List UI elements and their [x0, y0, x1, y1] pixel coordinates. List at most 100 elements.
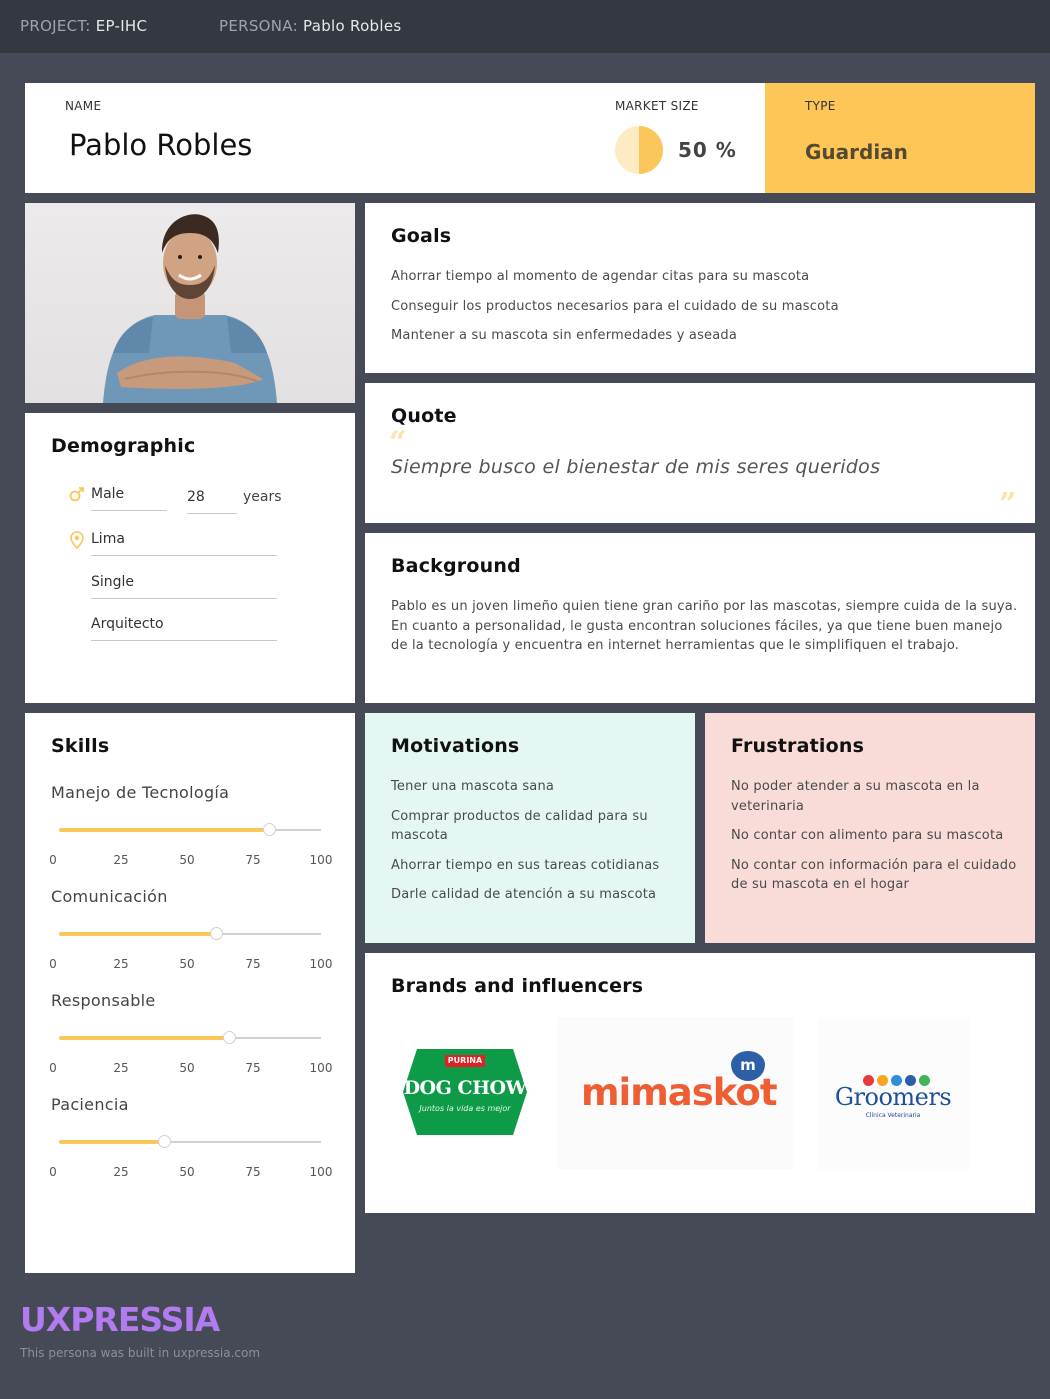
top-bar: PROJECT: EP-IHC PERSONA: Pablo Robles — [0, 0, 1050, 53]
type-label: TYPE — [805, 99, 836, 113]
age-field[interactable]: 28 — [187, 489, 237, 514]
location-field[interactable]: Lima — [91, 531, 277, 556]
brands-card: Brands and influencers PURINA DOG CHOW J… — [365, 953, 1035, 1213]
skill-slider-handle[interactable] — [223, 1031, 237, 1044]
type-value: Guardian — [805, 140, 908, 164]
frustrations-title: Frustrations — [731, 735, 865, 757]
dog-chow-main-text: DOG CHOW — [403, 1077, 527, 1099]
skill-slider-handle[interactable] — [157, 1135, 171, 1148]
background-card: Background Pablo es un joven limeño quie… — [365, 533, 1035, 703]
skill-tick-label: 50 — [179, 853, 195, 867]
skill-slider-handle[interactable] — [210, 927, 224, 940]
skill-tick-label: 50 — [179, 1165, 195, 1179]
open-quote-icon: “ — [389, 425, 407, 460]
skill-slider[interactable] — [59, 927, 321, 940]
skill-tick-label: 0 — [49, 1165, 57, 1179]
skill-name: Paciencia — [51, 1095, 129, 1114]
skill-tick-label: 100 — [309, 1165, 333, 1179]
skill-tick-label: 25 — [113, 957, 129, 971]
frustrations-list[interactable]: No poder atender a su mascota en la vete… — [731, 777, 1021, 905]
skill-tick-label: 75 — [245, 1061, 261, 1075]
skill-tick-labels: 0 25 50 75 100 — [49, 1165, 335, 1181]
project-info: PROJECT: EP-IHC — [20, 17, 147, 35]
quote-title: Quote — [391, 405, 457, 427]
motivation-item: Comprar productos de calidad para su mas… — [391, 808, 648, 844]
market-size-pie-fill — [639, 126, 663, 174]
skill-tick-label: 0 — [49, 1061, 57, 1075]
name-label: NAME — [65, 99, 102, 113]
persona-photo[interactable] — [25, 203, 355, 403]
skill-slider-fill — [59, 932, 217, 936]
frustration-item: No poder atender a su mascota en la vete… — [731, 779, 980, 814]
motivation-item: Tener una mascota sana — [391, 779, 555, 794]
quote-card: Quote “ Siempre busco el bienestar de mi… — [365, 383, 1035, 523]
skill-tick-label: 0 — [49, 957, 57, 971]
brands-title: Brands and influencers — [391, 975, 644, 997]
skill-slider[interactable] — [59, 1135, 321, 1148]
demographic-title: Demographic — [51, 435, 196, 457]
skill-slider-fill — [59, 828, 269, 832]
male-icon — [69, 487, 84, 502]
skill-tick-label: 100 — [309, 853, 333, 867]
skill-tick-labels: 0 25 50 75 100 — [49, 957, 335, 973]
header-card: NAME Pablo Robles MARKET SIZE 50 % TYPE … — [25, 83, 1035, 193]
skill-tick-label: 25 — [113, 853, 129, 867]
location-icon — [70, 531, 84, 549]
persona-name[interactable]: Pablo Robles — [69, 128, 252, 162]
goal-item: Ahorrar tiempo al momento de agendar cit… — [391, 269, 810, 284]
persona-value: Pablo Robles — [303, 17, 402, 35]
dog-chow-tagline: Juntos la vida es mejor — [419, 1104, 511, 1113]
motivation-item: Ahorrar tiempo en sus tareas cotidianas — [391, 857, 660, 873]
frustration-item: No contar con información para el cuidad… — [731, 857, 1017, 893]
persona-avatar-illustration — [103, 214, 277, 403]
persona-info: PERSONA: Pablo Robles — [219, 17, 402, 35]
frustrations-card: Frustrations No poder atender a su masco… — [705, 713, 1035, 943]
skill-slider-fill — [59, 1140, 164, 1144]
goal-item: Conseguir los productos necesarios para … — [391, 298, 839, 314]
skill-tick-label: 75 — [245, 853, 261, 867]
goals-list[interactable]: Ahorrar tiempo al momento de agendar cit… — [391, 267, 1011, 356]
age-unit: years — [243, 489, 282, 505]
skill-tick-label: 75 — [245, 1165, 261, 1179]
marital-status-field[interactable]: Single — [91, 574, 277, 599]
market-size-label: MARKET SIZE — [615, 99, 699, 113]
goals-title: Goals — [391, 225, 452, 247]
market-size-value[interactable]: 50 % — [678, 138, 737, 162]
type-box[interactable]: TYPE Guardian — [765, 83, 1035, 193]
skill-slider[interactable] — [59, 1031, 321, 1044]
motivations-list[interactable]: Tener una mascota sana Comprar productos… — [391, 777, 681, 915]
uxpressia-logo[interactable]: UXPRESSIA — [20, 1300, 220, 1339]
motivation-item: Darle calidad de atención a su mascota — [391, 887, 657, 902]
gender-field[interactable]: Male — [91, 486, 167, 511]
quote-text[interactable]: Siempre busco el bienestar de mis seres … — [391, 456, 880, 478]
mimaskot-logo[interactable]: m mimaskot — [557, 1017, 793, 1169]
skill-tick-label: 25 — [113, 1061, 129, 1075]
dog-chow-purina-text: PURINA — [447, 1056, 483, 1065]
groomers-logo[interactable]: Groomers Clínica Veterinaria — [817, 1017, 969, 1169]
motivations-card: Motivations Tener una mascota sana Compr… — [365, 713, 695, 943]
skill-tick-label: 25 — [113, 1165, 129, 1179]
skill-tick-label: 0 — [49, 853, 57, 867]
skill-slider-handle[interactable] — [262, 823, 276, 836]
dog-chow-logo[interactable]: PURINA DOG CHOW Juntos la vida es mejor — [403, 1049, 527, 1135]
mimaskot-text: mimaskot — [581, 1071, 777, 1114]
project-value: EP-IHC — [95, 17, 148, 35]
skill-tick-label: 50 — [179, 1061, 195, 1075]
skills-title: Skills — [51, 735, 110, 757]
persona-label: PERSONA: — [219, 17, 298, 35]
demographic-card: Demographic Male 28 years Lima Single Ar… — [25, 413, 355, 703]
skill-slider[interactable] — [59, 823, 321, 836]
occupation-field[interactable]: Arquitecto — [91, 616, 277, 641]
skill-name: Comunicación — [51, 887, 168, 906]
background-text[interactable]: Pablo es un joven limeño quien tiene gra… — [391, 597, 1021, 656]
skill-name: Manejo de Tecnología — [51, 783, 230, 802]
frustration-item: No contar con alimento para su mascota — [731, 828, 1004, 843]
project-label: PROJECT: — [20, 17, 91, 35]
motivations-title: Motivations — [391, 735, 520, 757]
goal-item: Mantener a su mascota sin enfermedades y… — [391, 328, 738, 343]
skill-name: Responsable — [51, 991, 156, 1010]
skill-slider-fill — [59, 1036, 230, 1040]
skill-tick-label: 50 — [179, 957, 195, 971]
groomers-subtitle: Clínica Veterinaria — [865, 1112, 921, 1119]
groomers-text: Groomers — [834, 1083, 952, 1111]
